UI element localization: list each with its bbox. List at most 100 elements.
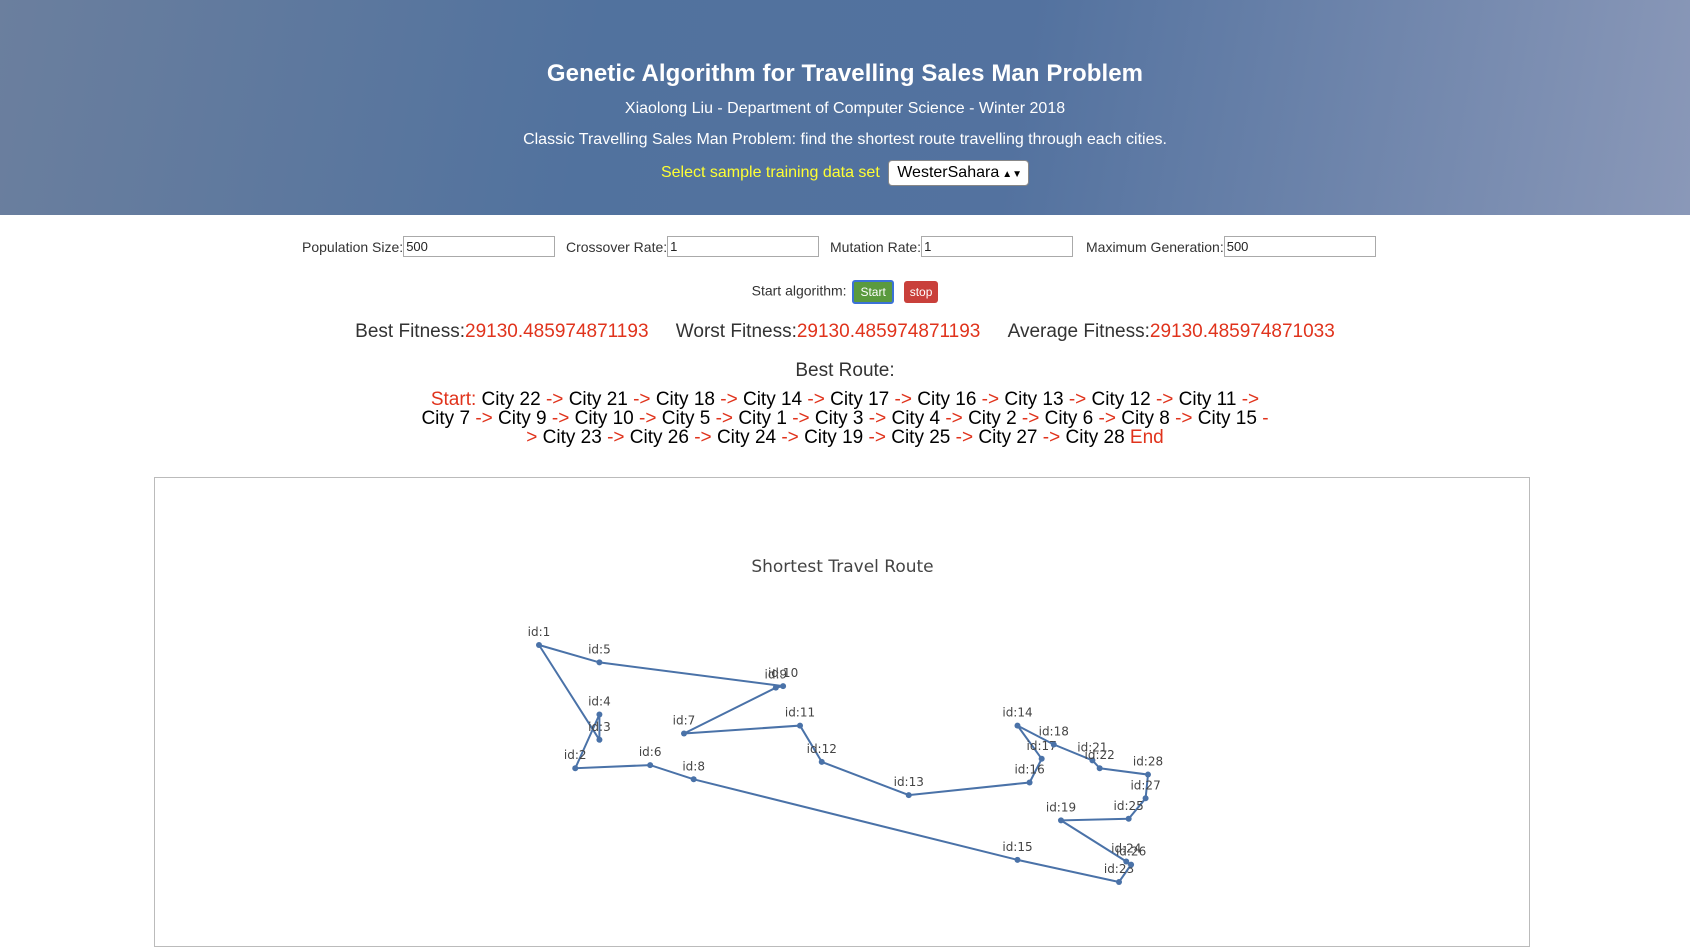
- route-city: City 7: [421, 408, 471, 429]
- city-point[interactable]: [536, 642, 542, 648]
- city-point[interactable]: [797, 722, 803, 729]
- route-city: City 26: [629, 427, 689, 448]
- route-line: Start: City 22 -> City 21 -> City 18 -> …: [0, 390, 1690, 409]
- route-city: City 3: [814, 408, 864, 429]
- route-line-series: [536, 643, 1150, 884]
- route-arrow: ->: [551, 408, 570, 429]
- start-algorithm-label: Start algorithm:: [751, 282, 847, 299]
- route-plot: Shortest Travel Route id:1 id:2 id:3 id:4 id…: [421, 528, 1264, 933]
- route-arrow: ->: [1155, 389, 1174, 410]
- dataset-select-label: Select sample training data set: [660, 164, 880, 182]
- city-point[interactable]: [1142, 795, 1149, 802]
- city-point[interactable]: [1128, 861, 1135, 868]
- route-arrow: ->: [720, 389, 738, 410]
- city-point[interactable]: [681, 730, 687, 737]
- city-point[interactable]: [1145, 771, 1151, 778]
- best-route-text: Start: City 22 -> City 21 -> City 18 -> …: [0, 390, 1690, 447]
- city-point[interactable]: [1050, 741, 1057, 748]
- dataset-select-row: Select sample training data set WesterSa…: [0, 160, 1690, 186]
- route-city: City 15: [1197, 408, 1257, 429]
- dataset-select-value: WesterSahara: [897, 164, 1000, 181]
- population-size-input[interactable]: 500: [403, 236, 556, 257]
- max-generation-input[interactable]: 500: [1223, 236, 1376, 257]
- city-point-label: id:5: [588, 642, 611, 656]
- city-point[interactable]: [1014, 722, 1021, 729]
- city-point[interactable]: [772, 684, 779, 691]
- route-arrow: ->: [694, 427, 712, 448]
- route-city: City 6: [1044, 408, 1094, 429]
- route-city: City 18: [655, 389, 715, 410]
- route-arrow: ->: [1068, 389, 1087, 410]
- route-arrow: ->: [945, 408, 963, 429]
- city-point-label: id:7: [673, 713, 696, 727]
- city-point[interactable]: [1038, 755, 1045, 762]
- route-city: City 12: [1091, 389, 1151, 410]
- city-point[interactable]: [1096, 765, 1103, 772]
- population-label: Population Size:: [302, 238, 404, 255]
- city-point-label: id:15: [1002, 840, 1032, 854]
- city-point[interactable]: [596, 659, 603, 666]
- route-line: City 7 -> City 9 -> City 10 -> City 5 ->…: [0, 409, 1690, 428]
- city-point-label: id:28: [1133, 755, 1163, 769]
- city-point[interactable]: [596, 736, 603, 743]
- route-plot-svg: Shortest Travel Route id:1 id:2id:3 id:4 id…: [528, 557, 1163, 885]
- route-arrow: >: [526, 427, 538, 448]
- city-point[interactable]: [1026, 779, 1033, 786]
- route-arrow: ->: [1175, 408, 1193, 429]
- max-generation-label: Maximum Generation:: [1086, 238, 1224, 255]
- city-point-label: id:12: [807, 742, 837, 756]
- route-arrow: ->: [475, 408, 493, 429]
- route-arrow: ->: [781, 427, 799, 448]
- best-route-title: Best Route:: [795, 360, 895, 381]
- city-point-label: id:11: [785, 706, 815, 720]
- route-city: City 9: [498, 408, 547, 429]
- route-city: City 24: [716, 427, 777, 448]
- route-arrow: ->: [792, 408, 810, 429]
- route-arrow: ->: [715, 408, 734, 429]
- route-city: City 8: [1121, 408, 1170, 429]
- city-point-label: id:8: [682, 759, 705, 773]
- city-point-label: id:25: [1114, 799, 1144, 813]
- page-header: Genetic Algorithm for Travelling Sales M…: [0, 0, 1690, 215]
- city-point[interactable]: [1125, 815, 1132, 822]
- mutation-param: Mutation Rate: 1: [830, 236, 1074, 257]
- crossover-rate-input[interactable]: 1: [667, 236, 820, 257]
- route-city: City 21: [568, 389, 628, 410]
- city-point[interactable]: [818, 758, 825, 765]
- start-button[interactable]: Start: [852, 280, 894, 304]
- stop-button[interactable]: stop: [903, 281, 939, 303]
- route-city: City 2: [968, 408, 1017, 429]
- mutation-rate-input[interactable]: 1: [921, 236, 1074, 257]
- city-point-label: id:27: [1130, 778, 1160, 792]
- city-point[interactable]: [572, 765, 579, 772]
- route-arrow: ->: [607, 427, 625, 448]
- city-point-label: id:10: [768, 666, 798, 680]
- city-point[interactable]: [1116, 879, 1122, 885]
- average-fitness: Average Fitness:29130.485974871033: [1008, 321, 1335, 342]
- city-point-label: id:6: [639, 745, 662, 759]
- route-line: > City 23 -> City 26 -> City 24 -> City …: [0, 428, 1690, 447]
- route-city: City 16: [917, 389, 977, 410]
- route-city: City 14: [742, 389, 803, 410]
- route-city: City 28: [1065, 427, 1125, 448]
- plot-title: Shortest Travel Route: [751, 557, 933, 577]
- route-arrow: ->: [1021, 408, 1040, 429]
- city-point[interactable]: [596, 711, 603, 718]
- city-point[interactable]: [780, 683, 787, 690]
- route-start: Start:: [430, 389, 477, 410]
- city-point[interactable]: [1058, 817, 1064, 824]
- city-point[interactable]: [647, 762, 654, 769]
- route-arrow: ->: [807, 389, 825, 410]
- city-point-label: id:26: [1116, 845, 1146, 859]
- fitness-summary: Best Fitness:29130.485974871193 Worst Fi…: [0, 321, 1690, 343]
- population-param: Population Size: 500: [302, 236, 556, 257]
- worst-fitness-label: Worst Fitness:: [675, 321, 797, 342]
- best-fitness: Best Fitness:29130.485974871193: [355, 321, 648, 342]
- city-point[interactable]: [905, 792, 912, 799]
- city-point-label: id:1: [528, 625, 551, 639]
- dataset-select[interactable]: WesterSahara ▲▼: [888, 160, 1030, 186]
- route-end: End: [1129, 427, 1164, 448]
- route-city: City 22: [481, 389, 541, 410]
- city-point[interactable]: [1014, 856, 1021, 863]
- city-point[interactable]: [690, 776, 697, 783]
